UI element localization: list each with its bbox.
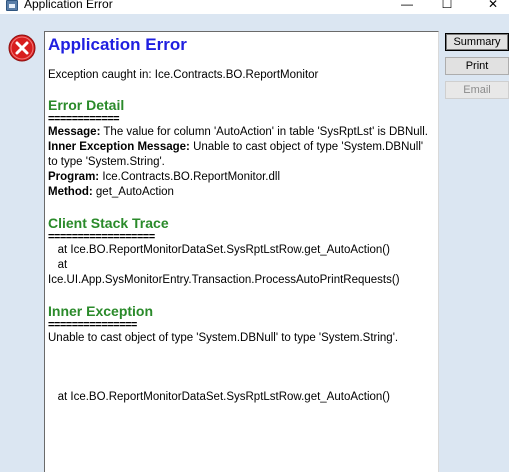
program: Program: Ice.Contracts.BO.ReportMonitor.… [48,170,433,185]
inner-exception-heading: Inner Exception [48,303,154,319]
app-window-icon [6,0,18,11]
inner-exception-message: Inner Exception Message: Unable to cast … [48,140,433,170]
method-text: get_AutoAction [92,186,174,198]
error-icon [8,34,36,62]
minimize-button[interactable]: — [392,0,422,13]
error-detail-separator: ============ [48,113,120,125]
summary-button[interactable]: Summary [445,33,509,51]
stack-line: at Ice.BO.ReportMonitorDataSet.SysRptLst… [48,244,390,256]
window-title: Application Error [24,0,113,11]
message-label: Message: [48,126,101,138]
print-button[interactable]: Print [445,57,509,75]
inner-exception-separator: =============== [48,319,137,331]
close-button[interactable]: ✕ [478,0,508,13]
client-stack-separator: ================== [48,231,155,243]
inner-exception-text: Unable to cast object of type 'System.DB… [48,332,399,344]
stack-line: Ice.UI.App.SysMonitorEntry.Transaction.P… [48,274,400,286]
stack-line: at [48,259,68,271]
maximize-button[interactable]: ☐ [432,0,462,13]
method-label: Method: [48,186,93,198]
inner-stack-line: at Ice.BO.ReportMonitorDataSet.SysRptLst… [48,391,390,403]
inner-label: Inner Exception Message: [48,141,190,153]
message-text: The value for column 'AutoAction' in tab… [100,126,428,138]
error-message: Message: The value for column 'AutoActio… [48,125,433,140]
email-button[interactable]: Email [445,81,509,99]
error-details-panel[interactable]: Application Error Exception caught in: I… [44,31,439,472]
client-stack-heading: Client Stack Trace [48,215,169,231]
program-text: Ice.Contracts.BO.ReportMonitor.dll [99,171,281,183]
error-detail-heading: Error Detail [48,97,125,113]
program-label: Program: [48,171,100,183]
method: Method: get_AutoAction [48,185,433,200]
error-title: Application Error [48,35,187,54]
exception-source: Exception caught in: Ice.Contracts.BO.Re… [48,69,319,81]
title-bar: Application Error — ☐ ✕ [0,0,509,14]
